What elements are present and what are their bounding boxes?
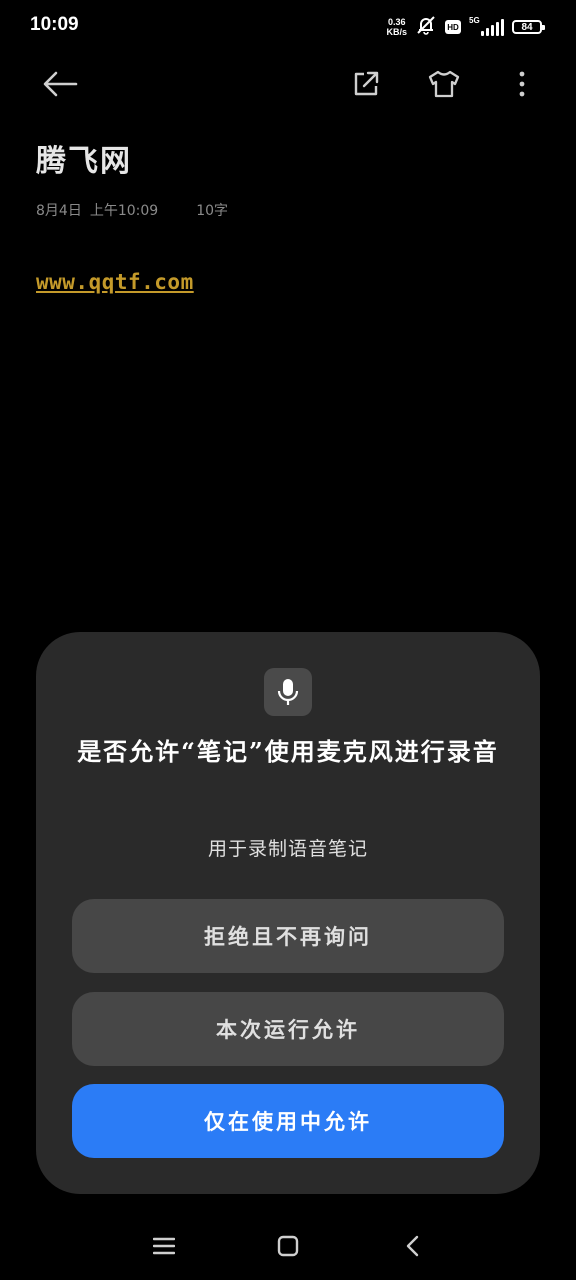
share-icon[interactable]: [346, 64, 386, 104]
dialog-subtitle: 用于录制语音笔记: [207, 838, 368, 860]
network-speed-unit: KB/s: [386, 27, 407, 37]
dialog-title: 是否允许“笔记”使用麦克风进行录音: [77, 737, 499, 766]
network-speed: 0.36 KB/s: [386, 17, 407, 37]
back-icon[interactable]: [394, 1230, 430, 1262]
network-speed-value: 0.36: [387, 17, 406, 27]
battery-icon: 84: [512, 20, 545, 34]
back-arrow-icon[interactable]: [40, 64, 80, 104]
note-link[interactable]: www.qqtf.com: [36, 270, 194, 294]
more-vertical-icon[interactable]: [502, 64, 542, 104]
deny-button[interactable]: 拒绝且不再询问: [72, 899, 504, 973]
note-word-count: 10字: [196, 203, 229, 219]
status-icons: 0.36 KB/s HD 5G 84: [386, 15, 545, 39]
signal-icon: 5G: [469, 16, 504, 36]
screen: 10:09 0.36 KB/s HD 5G 84 腾飞网 8月4日 上午10:0…: [0, 0, 576, 1280]
hd-icon: HD: [445, 20, 461, 34]
status-time: 10:09: [30, 14, 79, 35]
note-date: 8月4日: [36, 203, 82, 219]
microphone-icon: [264, 668, 312, 716]
theme-shirt-icon[interactable]: [424, 64, 464, 104]
network-type-label: 5G: [469, 16, 480, 25]
home-icon[interactable]: [270, 1230, 306, 1262]
menu-icon[interactable]: [146, 1230, 182, 1262]
status-bar: 10:09 0.36 KB/s HD 5G 84: [0, 0, 576, 52]
mute-icon: [415, 15, 437, 39]
navigation-bar: [0, 1212, 576, 1280]
battery-level: 84: [521, 21, 533, 33]
top-app-bar: [0, 52, 576, 116]
note-title[interactable]: 腾飞网: [36, 136, 132, 180]
allow-once-button[interactable]: 本次运行允许: [72, 992, 504, 1066]
note-time: 上午10:09: [89, 203, 159, 219]
microphone-permission-dialog: 是否允许“笔记”使用麦克风进行录音 用于录制语音笔记 拒绝且不再询问 本次运行允…: [36, 632, 540, 1194]
allow-while-in-use-button[interactable]: 仅在使用中允许: [72, 1084, 504, 1158]
note-meta: 8月4日 上午10:09 10字: [36, 200, 228, 220]
